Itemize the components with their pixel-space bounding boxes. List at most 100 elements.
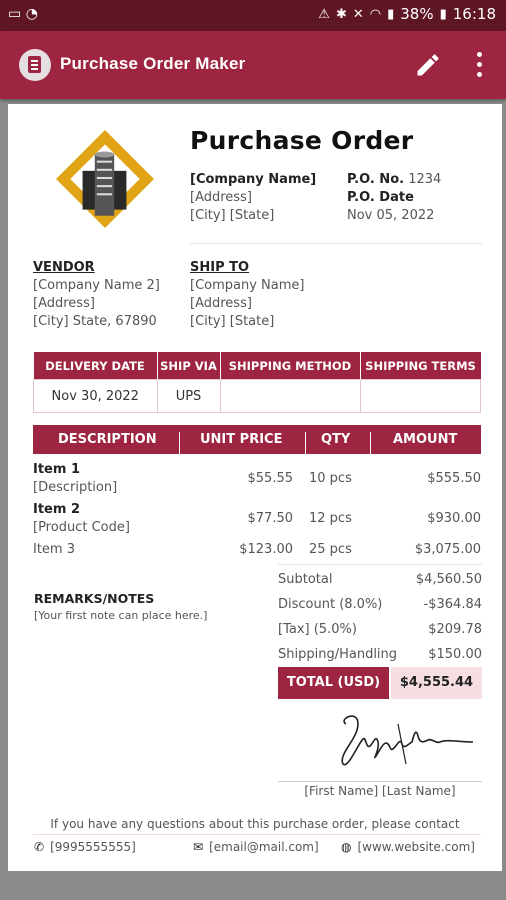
ship-to-heading: SHIP TO [190, 260, 250, 275]
ship-to-info: SHIP TO [Company Name] [Address] [City] … [190, 258, 304, 331]
item-unit-price: $55.55 [247, 471, 294, 486]
signature-line [278, 781, 482, 782]
item-amount: $930.00 [427, 511, 481, 526]
contact-email: ✉ [email@mail.com] [193, 840, 319, 854]
table-row: Item 2 [Product Code] $77.50 12 pcs $930… [33, 502, 481, 540]
table-row: Item 3 $123.00 25 pcs $3,075.00 [33, 542, 481, 562]
status-time: 16:18 [452, 5, 496, 23]
shipping-terms-value [359, 379, 481, 413]
items-header-description: DESCRIPTION [58, 432, 157, 447]
company-address: [Address] [190, 190, 252, 205]
item-amount: $555.50 [427, 471, 481, 486]
items-header-unit-price: UNIT PRICE [200, 432, 283, 447]
item-unit-price: $123.00 [239, 542, 293, 557]
items-table-header: DESCRIPTION UNIT PRICE QTY AMOUNT [33, 425, 481, 461]
email-icon: ✉ [193, 840, 204, 854]
edit-pencil-icon[interactable] [414, 51, 442, 79]
shipping-table: DELIVERY DATE SHIP VIA SHIPPING METHOD S… [33, 352, 481, 413]
company-info: [Company Name] [Address] [City] [State] [190, 171, 316, 225]
signal-icon: ▮ [387, 6, 395, 22]
signature-image [341, 715, 474, 766]
status-bar: ▭ ◔ ⚠ ✱ ✕ ◠ ▮ 38% ▮ 16:18 [0, 0, 506, 31]
contact-question: If you have any questions about this pur… [50, 817, 460, 831]
item-name: Item 3 [33, 542, 75, 557]
remarks-title: REMARKS/NOTES [34, 591, 155, 606]
overflow-menu-icon[interactable] [470, 49, 490, 81]
po-number-value: 1234 [408, 172, 442, 187]
po-info: P.O. No. 1234 P.O. Date Nov 05, 2022 [347, 171, 441, 225]
ship-to-address: [Address] [190, 296, 252, 311]
shipping-handling-value: $150.00 [428, 647, 482, 662]
tax-label: [Tax] (5.0%) [278, 622, 357, 637]
po-number-label: P.O. No. [347, 172, 405, 187]
tax-value: $209.78 [428, 622, 482, 637]
items-divider [278, 564, 482, 565]
item-qty: 10 pcs [309, 471, 352, 486]
item-amount: $3,075.00 [414, 542, 481, 557]
total-value: $4,555.44 [391, 667, 482, 699]
item-sub: [Description] [33, 480, 118, 495]
vendor-heading: VENDOR [33, 260, 95, 275]
discount-label: Discount (8.0%) [278, 597, 383, 612]
status-right: ⚠ ✱ ✕ ◠ ▮ 38% ▮ 16:18 [318, 5, 496, 23]
screen-icon: ▭ [8, 6, 22, 22]
item-name: Item 2 [33, 502, 80, 517]
shipping-header-cell: SHIPPING METHOD [220, 352, 361, 380]
po-date-value: Nov 05, 2022 [347, 208, 435, 223]
phone-value: [9995555555] [50, 840, 136, 854]
discount-value: -$364.84 [423, 597, 482, 612]
item-name: Item 1 [33, 462, 80, 477]
battery-percent: 38% [400, 5, 434, 23]
header-divider [190, 243, 482, 244]
table-row: Item 1 [Description] $55.55 10 pcs $555.… [33, 462, 481, 500]
item-qty: 25 pcs [309, 542, 352, 557]
contact-phone: ✆ [9995555555] [34, 840, 136, 854]
shipping-header-row: DELIVERY DATE SHIP VIA SHIPPING METHOD S… [33, 352, 481, 380]
vendor-city: [City] State, 67890 [33, 314, 157, 329]
footer-divider [33, 834, 481, 835]
shipping-handling-label: Shipping/Handling [278, 647, 398, 662]
phone-icon: ✆ [34, 840, 45, 854]
mute-icon: ✕ [352, 6, 364, 22]
shipping-value-row: Nov 30, 2022 UPS [33, 379, 481, 413]
item-unit-price: $77.50 [247, 511, 294, 526]
item-qty: 12 pcs [309, 511, 352, 526]
app-title: Purchase Order Maker [60, 54, 246, 73]
bluetooth-icon: ✱ [335, 6, 347, 22]
shipping-header-cell: DELIVERY DATE [33, 352, 158, 380]
company-name: [Company Name] [190, 172, 317, 187]
app-bar: Purchase Order Maker [0, 31, 506, 99]
delivery-date-value: Nov 30, 2022 [33, 379, 158, 413]
shipping-header-cell: SHIP VIA [157, 352, 221, 380]
warning-icon: ⚠ [318, 6, 330, 22]
vendor-info: VENDOR [Company Name 2] [Address] [City]… [33, 258, 160, 331]
vendor-name: [Company Name 2] [33, 278, 160, 293]
company-city-state: [City] [State] [190, 208, 275, 223]
contact-website: ◍ [www.website.com] [341, 840, 475, 854]
ship-to-name: [Company Name] [190, 278, 305, 293]
purchase-order-document: Purchase Order [Company Name] [Address] … [8, 104, 502, 871]
status-left-icons: ▭ ◔ [8, 6, 38, 22]
remarks-note: [Your first note can place here.] [34, 609, 208, 622]
email-value: [email@mail.com] [209, 840, 319, 854]
document-title: Purchase Order [190, 126, 414, 155]
wifi-icon: ◠ [369, 6, 382, 22]
ship-via-value: UPS [156, 379, 221, 413]
items-header-qty: QTY [321, 432, 351, 447]
vendor-address: [Address] [33, 296, 95, 311]
subtotal-label: Subtotal [278, 572, 333, 587]
subtotal-value: $4,560.50 [415, 572, 482, 587]
battery-icon: ▮ [439, 6, 447, 22]
app-logo-icon [19, 49, 51, 81]
shipping-method-value [219, 379, 361, 413]
company-logo-building-icon [56, 130, 154, 228]
po-date-label: P.O. Date [347, 190, 414, 205]
total-row: TOTAL (USD) $4,555.44 [278, 667, 482, 699]
clock-alarm-icon: ◔ [25, 6, 38, 22]
signer-name: [First Name] [Last Name] [304, 784, 456, 798]
website-value: [www.website.com] [357, 840, 475, 854]
items-header-amount: AMOUNT [393, 432, 458, 447]
total-label: TOTAL (USD) [278, 667, 389, 699]
shipping-header-cell: SHIPPING TERMS [360, 352, 481, 380]
ship-to-city: [City] [State] [190, 314, 275, 329]
